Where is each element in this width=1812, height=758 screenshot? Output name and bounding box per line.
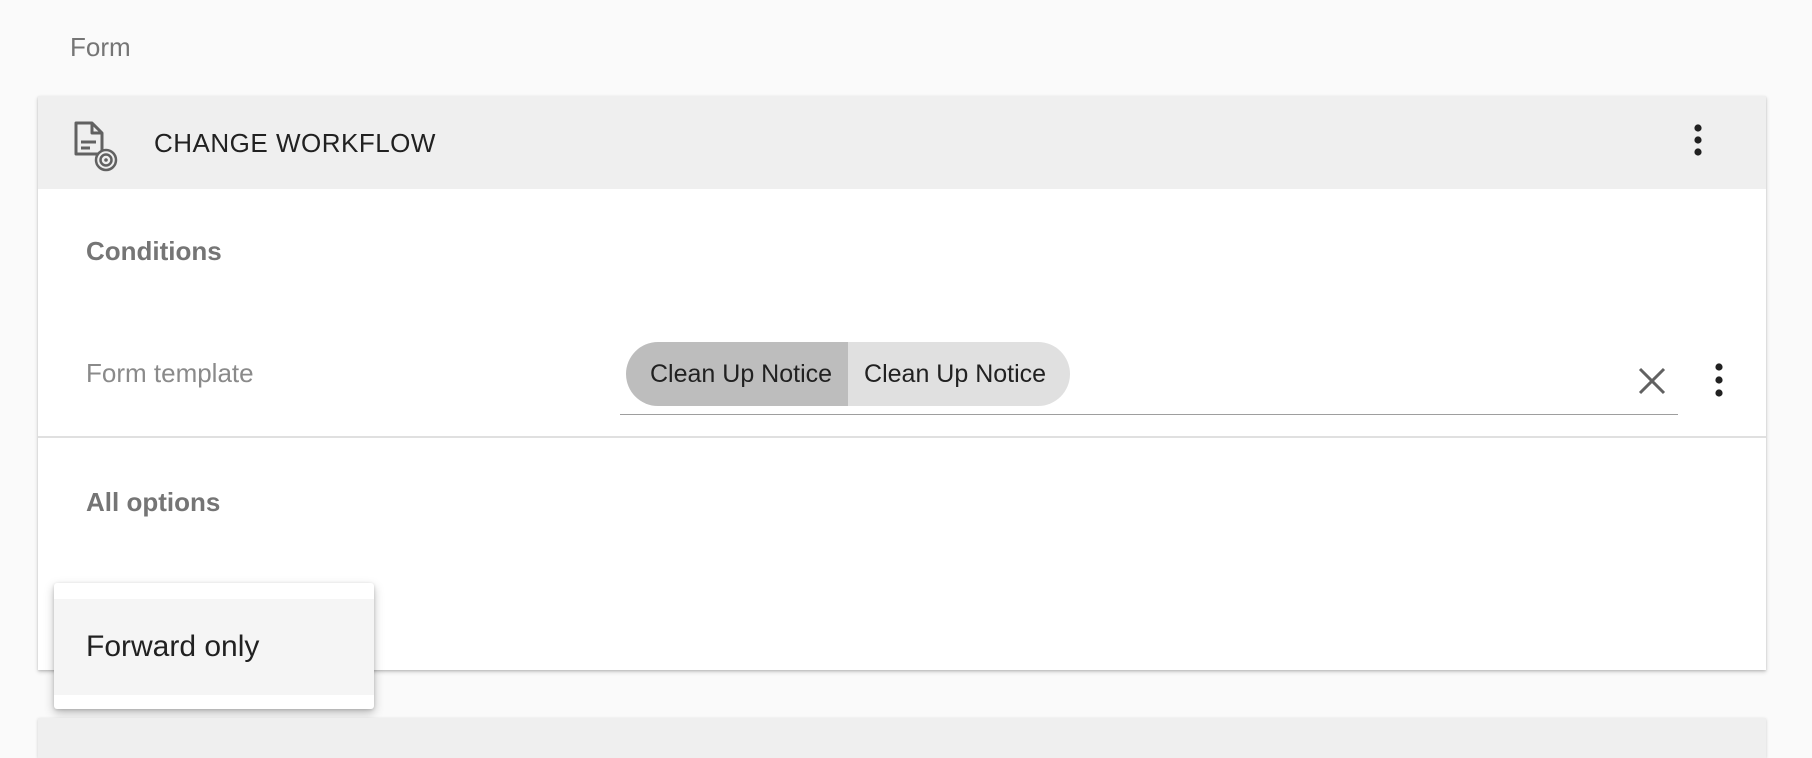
chip-right-label: Clean Up Notice: [848, 342, 1071, 406]
all-options-title: All options: [86, 487, 221, 517]
close-icon[interactable]: [1632, 361, 1672, 401]
chip-left-label: Clean Up Notice: [626, 342, 849, 406]
form-workflow-icon: [70, 120, 118, 172]
dropdown-item-label: Forward only: [86, 630, 260, 663]
dropdown-item-forward-only[interactable]: Forward only: [54, 599, 374, 695]
form-template-chip[interactable]: Clean Up Notice Clean Up Notice: [626, 342, 1071, 406]
form-template-label: Form template: [86, 358, 254, 388]
section-label: Form: [70, 32, 131, 62]
more-vert-icon[interactable]: [1678, 118, 1718, 166]
conditions-title: Conditions: [86, 236, 222, 266]
options-dropdown: Forward only: [54, 583, 374, 709]
card-title: CHANGE WORKFLOW: [154, 128, 436, 158]
form-template-field[interactable]: Clean Up Notice Clean Up Notice: [620, 342, 1678, 415]
section-divider: [38, 436, 1766, 438]
card-header: CHANGE WORKFLOW: [38, 96, 1766, 189]
next-card: [38, 718, 1766, 758]
field-more-vert-icon[interactable]: [1704, 358, 1734, 402]
